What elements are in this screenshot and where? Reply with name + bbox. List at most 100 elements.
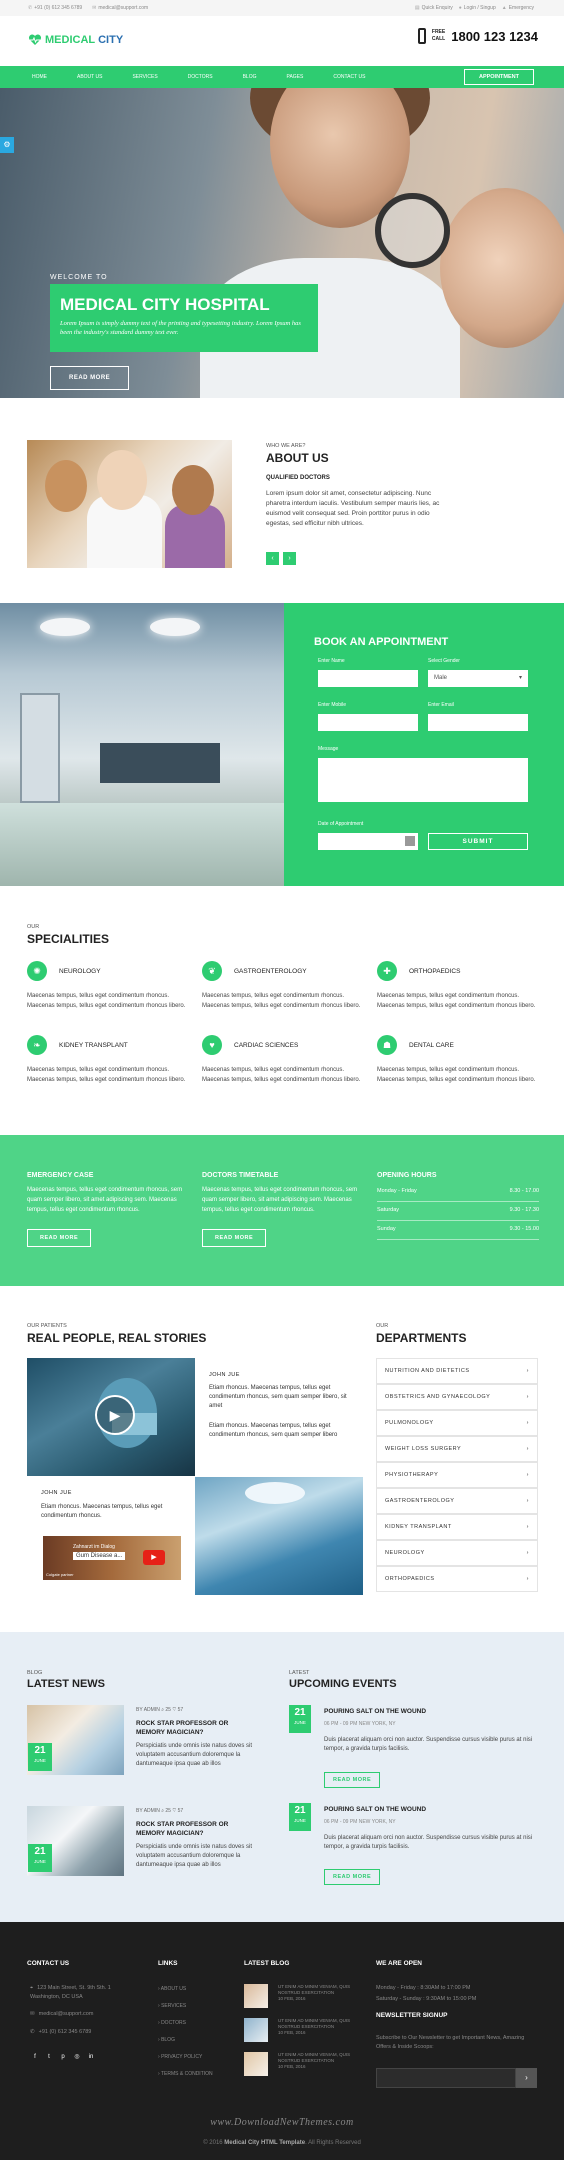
nav-blog[interactable]: BLOG [243, 74, 257, 80]
footer-link[interactable]: › ABOUT US [158, 1986, 186, 1992]
twitter-icon[interactable]: t [44, 2052, 54, 2062]
departments-eyebrow: OUR [376, 1323, 389, 1329]
about-photo-mother [45, 460, 87, 512]
specialities-eyebrow: OUR [27, 924, 40, 930]
specialities-title: SPECIALITIES [27, 932, 110, 946]
news-item-title[interactable]: ROCK STAR PROFESSOR OR MEMORY MAGICIAN? [136, 1719, 256, 1737]
submit-button[interactable]: SUBMIT [428, 833, 528, 850]
pinterest-icon[interactable]: p [58, 2052, 68, 2062]
heart-icon: ♥ [202, 1035, 222, 1055]
hero-banner: WELCOME TO MEDICAL CITY HOSPITAL Lorem I… [0, 88, 564, 398]
event-item-title[interactable]: POURING SALT ON THE WOUND [324, 1806, 426, 1813]
gender-select[interactable]: Male ▾ [428, 670, 528, 687]
nav-services[interactable]: SERVICES [132, 74, 157, 80]
instagram-icon[interactable]: ◎ [72, 2052, 82, 2062]
blog-item[interactable]: UT ENIM AD MINIM VENIAM, QUIS NOSTRUD EX… [278, 2018, 368, 2036]
footer-link[interactable]: › PRIVACY POLICY [158, 2054, 202, 2060]
linkedin-icon[interactable]: in [86, 2052, 96, 2062]
department-item[interactable]: PULMONOLOGY › [376, 1410, 538, 1436]
phone-icon: ✆ [30, 2029, 35, 2035]
event-read-more-button[interactable]: READ MORE [324, 1772, 381, 1788]
events-eyebrow: LATEST [289, 1670, 310, 1676]
footer-link[interactable]: › DOCTORS [158, 2020, 186, 2026]
hero-read-more-button[interactable]: READ MORE [50, 366, 130, 390]
about-slider-arrows: ‹ › [266, 552, 296, 565]
hours-row: Sunday 9.30 - 15.00 [377, 1221, 539, 1240]
blog-thumbnail[interactable] [244, 2018, 268, 2042]
next-arrow-icon[interactable]: › [283, 552, 296, 565]
nav-pages[interactable]: PAGES [287, 74, 304, 80]
footer-blog-title: LATEST BLOG [244, 1960, 290, 1967]
event-text: Duis placerat aliquam orci non auctor. S… [324, 1737, 533, 1752]
emergency-link[interactable]: ▲ Emergency [502, 5, 534, 11]
tooth-icon: ☗ [377, 1035, 397, 1055]
footer-link[interactable]: › BLOG [158, 2037, 175, 2043]
department-item[interactable]: NUTRITION AND DIETETICS › [376, 1358, 538, 1384]
email-input[interactable] [428, 714, 528, 731]
play-icon[interactable]: ▶ [95, 1395, 135, 1435]
youtube-play-icon[interactable]: ▶ [143, 1550, 165, 1565]
blog-item[interactable]: UT ENIM AD MINIM VENIAM, QUIS NOSTRUD EX… [278, 2052, 368, 2070]
emergency-read-more-button[interactable]: READ MORE [27, 1229, 92, 1247]
story-text: Etiam rhoncus. Maecenas tempus, tellus e… [209, 1423, 338, 1438]
booking-title: BOOK AN APPOINTMENT [314, 636, 449, 648]
news-item-title[interactable]: ROCK STAR PROFESSOR OR MEMORY MAGICIAN? [136, 1820, 256, 1838]
prev-arrow-icon[interactable]: ‹ [266, 552, 279, 565]
nav-about-us[interactable]: ABOUT US [77, 74, 102, 80]
footer-email[interactable]: ✉ medical@support.com [30, 2010, 93, 2019]
event-date-badge: 21 JUNE [289, 1705, 311, 1733]
open-hours-weekday: Monday - Friday : 8:30AM to 17:00 PM [376, 1985, 471, 1991]
name-input[interactable] [318, 670, 418, 687]
footer: CONTACT US ⌖ 123 Main Street, St. 9th Sth… [0, 1922, 564, 2160]
message-label: Message [318, 746, 339, 752]
main-nav: HOME ABOUT US SERVICES DOCTORS BLOG PAGE… [0, 66, 564, 88]
news-meta: BY ADMIN ⌕ 25 ♡ 57 [136, 1808, 184, 1814]
event-read-more-button[interactable]: READ MORE [324, 1869, 381, 1885]
chevron-right-icon: › [526, 1420, 529, 1426]
newsletter-text: Subscribe to Our Newsletter to get Impor… [376, 2035, 525, 2050]
gear-icon[interactable]: ⚙ [0, 137, 14, 153]
message-textarea[interactable] [318, 758, 528, 802]
event-text: Duis placerat aliquam orci non auctor. S… [324, 1835, 533, 1850]
newsletter-input[interactable] [376, 2068, 516, 2088]
embedded-video[interactable]: Zahnarzt im Dialog Gum Disease a... ▶ Co… [43, 1536, 181, 1580]
stories-eyebrow: OUR PATIENTS [27, 1323, 67, 1329]
department-item[interactable]: OBSTETRICS AND GYNAECOLOGY › [376, 1384, 538, 1410]
department-item[interactable]: NEUROLOGY › [376, 1540, 538, 1566]
department-item[interactable]: PHYSIOTHERAPY › [376, 1462, 538, 1488]
news-meta: BY ADMIN ⌕ 25 ♡ 57 [136, 1707, 184, 1713]
footer-link[interactable]: › TERMS & CONDITION [158, 2071, 213, 2077]
calendar-icon[interactable] [405, 836, 415, 846]
event-item-title[interactable]: POURING SALT ON THE WOUND [324, 1708, 426, 1715]
department-item[interactable]: WEIGHT LOSS SURGERY › [376, 1436, 538, 1462]
department-item[interactable]: ORTHOPAEDICS › [376, 1566, 538, 1592]
mobile-input[interactable] [318, 714, 418, 731]
about-photo-child [172, 465, 214, 515]
department-item[interactable]: KIDNEY TRANSPLANT › [376, 1514, 538, 1540]
nav-home[interactable]: HOME [32, 74, 47, 80]
about-text: Lorem ipsum dolor sit amet, consectetur … [266, 490, 440, 527]
timetable-read-more-button[interactable]: READ MORE [202, 1229, 267, 1247]
facebook-icon[interactable]: f [30, 2052, 40, 2062]
quick-enquiry-link[interactable]: ▤ Quick Enquiry [415, 5, 453, 11]
date-input[interactable] [318, 833, 418, 850]
newsletter-submit-button[interactable]: › [516, 2068, 537, 2088]
top-bar: ✆ +91 (0) 612 345 6789 ✉ medical@support.c… [0, 0, 564, 16]
mobile-label: Enter Mobile [318, 702, 347, 708]
chevron-right-icon: › [526, 1524, 529, 1530]
topbar-email[interactable]: ✉ medical@support.com [92, 5, 148, 11]
footer-link[interactable]: › SERVICES [158, 2003, 186, 2009]
appointment-button[interactable]: APPOINTMENT [463, 69, 534, 85]
mobile-phone-icon [417, 28, 426, 44]
departments-title: DEPARTMENTS [376, 1331, 467, 1345]
nav-doctors[interactable]: DOCTORS [188, 74, 213, 80]
phone-icon: ✆ [28, 5, 33, 11]
department-item[interactable]: GASTROENTEROLOGY › [376, 1488, 538, 1514]
blog-thumbnail[interactable] [244, 1984, 268, 2008]
stomach-icon: ❦ [202, 961, 222, 981]
blog-item[interactable]: UT ENIM AD MINIM VENIAM, QUIS NOSTRUD EX… [278, 1984, 368, 2002]
login-link[interactable]: ● Login / Singup [459, 5, 496, 11]
blog-thumbnail[interactable] [244, 2052, 268, 2076]
logo[interactable]: MEDICAL CITY [28, 34, 123, 46]
nav-contact-us[interactable]: CONTACT US [333, 74, 365, 80]
